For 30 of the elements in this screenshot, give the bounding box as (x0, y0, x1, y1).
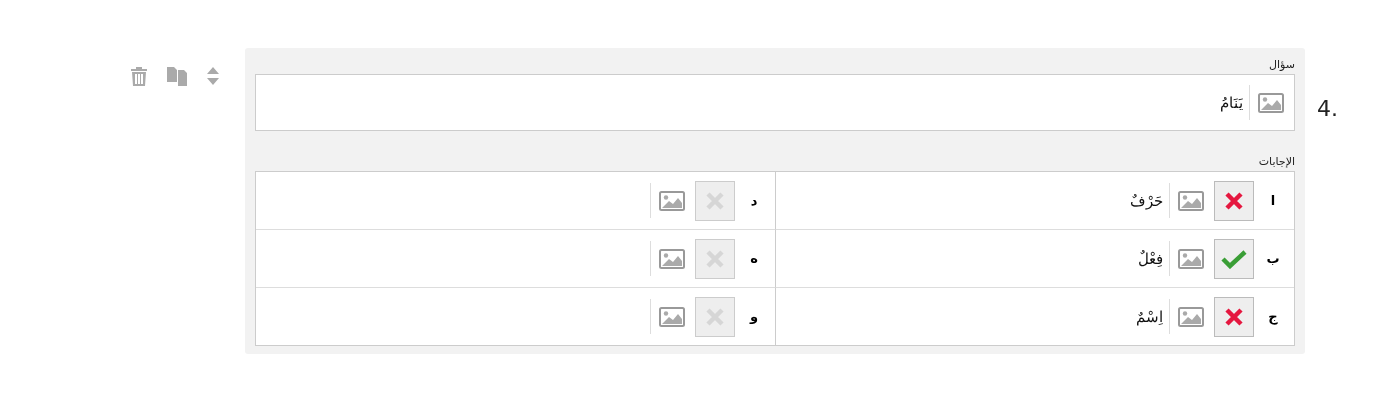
answer-letter: د (749, 193, 759, 208)
image-icon[interactable] (659, 248, 685, 269)
answer-letter: ج (1267, 309, 1279, 324)
answer-letter: ب (1266, 251, 1280, 266)
answer-text: اِسْمٌ (1136, 307, 1163, 326)
correct-toggle[interactable] (695, 180, 735, 221)
question-text: يَنَامُ (1220, 93, 1243, 112)
copy-icon[interactable] (166, 65, 188, 87)
sort-icon[interactable] (206, 66, 220, 86)
answer-text: حَرْفٌ (1130, 191, 1163, 210)
answer-text: فِعْلٌ (1138, 249, 1163, 268)
question-field[interactable]: يَنَامُ (255, 74, 1295, 131)
image-icon[interactable] (1258, 92, 1284, 113)
question-number: 4. (1317, 96, 1338, 121)
answer-letter: ه (749, 251, 759, 266)
correct-toggle[interactable] (1214, 296, 1254, 337)
answers-label: الإجابات (1258, 155, 1295, 168)
image-icon[interactable] (1178, 190, 1204, 211)
answer-letter: ا (1269, 193, 1277, 208)
answer-letter: و (748, 309, 760, 324)
image-icon[interactable] (1178, 248, 1204, 269)
image-icon[interactable] (1178, 306, 1204, 327)
correct-toggle[interactable] (695, 296, 735, 337)
image-icon[interactable] (659, 306, 685, 327)
correct-toggle[interactable] (1214, 238, 1254, 279)
correct-toggle[interactable] (1214, 180, 1254, 221)
question-label: سؤال (1269, 58, 1295, 71)
correct-toggle[interactable] (695, 238, 735, 279)
image-icon[interactable] (659, 190, 685, 211)
trash-icon[interactable] (130, 66, 148, 86)
